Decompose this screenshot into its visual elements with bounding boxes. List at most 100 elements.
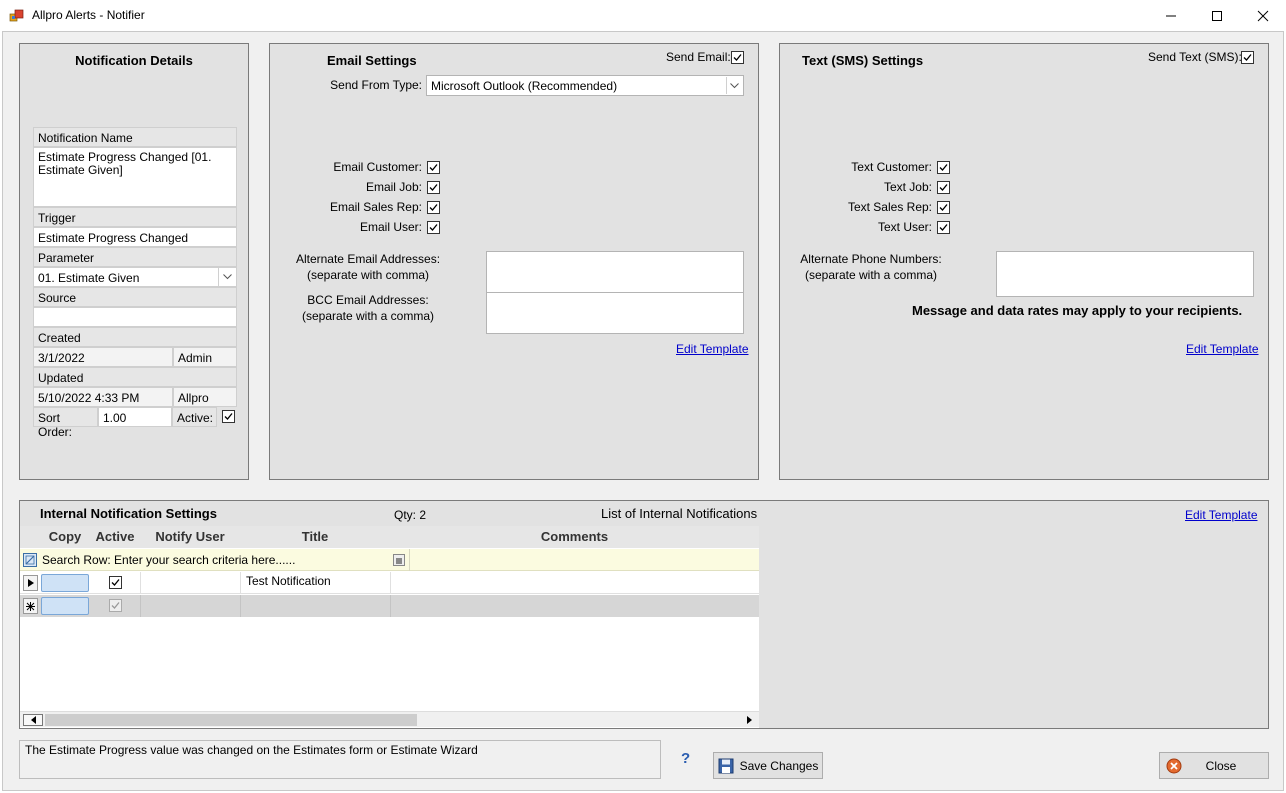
internal-qty: Qty: 2 — [394, 508, 427, 522]
text-sales-rep-checkbox[interactable] — [937, 201, 950, 214]
alt-emails-field[interactable] — [486, 251, 744, 293]
close-window-button[interactable] — [1240, 0, 1286, 31]
help-icon[interactable]: ? — [681, 750, 690, 767]
email-settings-title: Email Settings — [327, 53, 417, 68]
internal-notifications-panel: Internal Notification Settings Qty: 2 Li… — [19, 500, 1269, 729]
text-user-label: Text User: — [877, 220, 932, 234]
scrollbar-thumb[interactable] — [45, 714, 417, 726]
close-icon — [1257, 10, 1269, 21]
source-field[interactable] — [33, 307, 237, 327]
copy-button[interactable] — [41, 574, 89, 592]
app-icon — [9, 8, 25, 24]
parameter-value: 01. Estimate Given — [38, 271, 140, 285]
save-changes-label: Save Changes — [739, 758, 819, 773]
email-user-checkbox[interactable] — [427, 221, 440, 234]
email-settings-panel: Email Settings Send Email: Send From Typ… — [269, 43, 759, 480]
chevron-down-icon[interactable] — [218, 268, 236, 286]
send-from-type-select[interactable]: Microsoft Outlook (Recommended) — [426, 75, 744, 96]
created-date: 3/1/2022 — [33, 347, 173, 367]
sort-order-field[interactable]: 1.00 — [98, 407, 172, 427]
row-notify-user[interactable] — [140, 572, 240, 594]
close-button[interactable]: Close — [1159, 752, 1269, 779]
column-header-copy[interactable]: Copy — [40, 529, 90, 544]
sms-edit-template-link[interactable]: Edit Template — [1186, 342, 1259, 356]
alt-phone-label: Alternate Phone Numbers: — [800, 252, 942, 266]
email-job-label: Email Job: — [365, 180, 422, 194]
new-row[interactable] — [20, 595, 759, 617]
maximize-button[interactable] — [1194, 0, 1240, 31]
text-job-label: Text Job: — [883, 180, 932, 194]
search-row-text: Search Row: Enter your search criteria h… — [42, 553, 296, 567]
send-email-checkbox[interactable] — [731, 51, 744, 64]
trigger-label: Trigger — [33, 207, 237, 227]
save-icon — [718, 758, 734, 774]
internal-list-label: List of Internal Notifications — [601, 506, 758, 521]
search-row-icon — [23, 553, 37, 567]
notification-name-label: Notification Name — [33, 127, 237, 147]
created-by: Admin — [173, 347, 237, 367]
alt-phone-field[interactable] — [996, 251, 1254, 297]
bcc-emails-field[interactable] — [486, 292, 744, 334]
row-comments[interactable] — [390, 572, 759, 594]
send-email-label: Send Email: — [666, 50, 731, 64]
updated-date: 5/10/2022 4:33 PM — [33, 387, 173, 407]
grid-header-row: Copy Active Notify User Title Comments — [20, 526, 759, 548]
scroll-left-icon[interactable] — [23, 714, 43, 726]
window-title: Allpro Alerts - Notifier — [32, 8, 145, 22]
sms-settings-panel: Text (SMS) Settings Send Text (SMS): Tex… — [779, 43, 1269, 480]
new-row-copy-button[interactable] — [41, 597, 89, 615]
scroll-right-icon[interactable] — [742, 714, 756, 726]
alt-emails-label: Alternate Email Addresses: — [295, 252, 441, 266]
new-row-icon — [23, 598, 38, 614]
cancel-icon — [1166, 758, 1182, 774]
trigger-field[interactable]: Estimate Progress Changed — [33, 227, 237, 247]
internal-notifications-grid: Copy Active Notify User Title Comments S… — [20, 526, 759, 728]
alt-phone-hint: (separate with a comma) — [804, 268, 938, 282]
created-label: Created — [33, 327, 237, 347]
alt-emails-hint: (separate with comma) — [306, 268, 430, 282]
column-header-notify-user[interactable]: Notify User — [140, 529, 240, 544]
text-customer-label: Text Customer: — [851, 160, 932, 174]
row-active-checkbox[interactable] — [109, 576, 122, 589]
text-job-checkbox[interactable] — [937, 181, 950, 194]
minimize-icon — [1166, 15, 1176, 16]
table-row[interactable]: Test Notification — [20, 572, 759, 594]
email-customer-checkbox[interactable] — [427, 161, 440, 174]
close-label: Close — [1205, 758, 1237, 773]
internal-edit-template-link[interactable]: Edit Template — [1185, 508, 1258, 522]
email-customer-label: Email Customer: — [333, 160, 422, 174]
parameter-label: Parameter — [33, 247, 237, 267]
row-title[interactable]: Test Notification — [240, 572, 390, 594]
grid-search-row[interactable]: Search Row: Enter your search criteria h… — [20, 549, 759, 571]
chevron-down-icon[interactable] — [726, 77, 742, 94]
text-sales-rep-label: Text Sales Rep: — [847, 200, 932, 214]
save-changes-button[interactable]: Save Changes — [713, 752, 823, 779]
email-user-label: Email User: — [359, 220, 422, 234]
send-text-label: Send Text (SMS): — [1148, 50, 1242, 64]
description-field: The Estimate Progress value was changed … — [19, 740, 661, 779]
email-sales-rep-label: Email Sales Rep: — [329, 200, 422, 214]
column-header-active[interactable]: Active — [90, 529, 140, 544]
search-active-filter-icon[interactable] — [393, 554, 405, 566]
send-from-type-value: Microsoft Outlook (Recommended) — [431, 79, 618, 93]
column-header-comments[interactable]: Comments — [390, 529, 759, 544]
new-row-active-checkbox[interactable] — [109, 599, 122, 612]
email-job-checkbox[interactable] — [427, 181, 440, 194]
send-from-type-label: Send From Type: — [330, 78, 422, 92]
email-edit-template-link[interactable]: Edit Template — [676, 342, 749, 356]
send-text-checkbox[interactable] — [1241, 51, 1254, 64]
email-sales-rep-checkbox[interactable] — [427, 201, 440, 214]
column-header-title[interactable]: Title — [240, 529, 390, 544]
minimize-button[interactable] — [1148, 0, 1194, 31]
notification-name-field[interactable]: Estimate Progress Changed [01. Estimate … — [33, 147, 237, 207]
bcc-emails-label: BCC Email Addresses: — [307, 293, 429, 307]
parameter-select[interactable]: 01. Estimate Given — [33, 267, 237, 287]
active-checkbox[interactable] — [222, 410, 235, 423]
notification-details-panel: Notification Details Notification Name E… — [19, 43, 249, 480]
text-user-checkbox[interactable] — [937, 221, 950, 234]
notification-details-title: Notification Details — [75, 53, 193, 68]
text-customer-checkbox[interactable] — [937, 161, 950, 174]
horizontal-scrollbar[interactable] — [20, 711, 759, 727]
active-label: Active: — [172, 407, 217, 427]
bcc-emails-hint: (separate with a comma) — [301, 309, 435, 323]
